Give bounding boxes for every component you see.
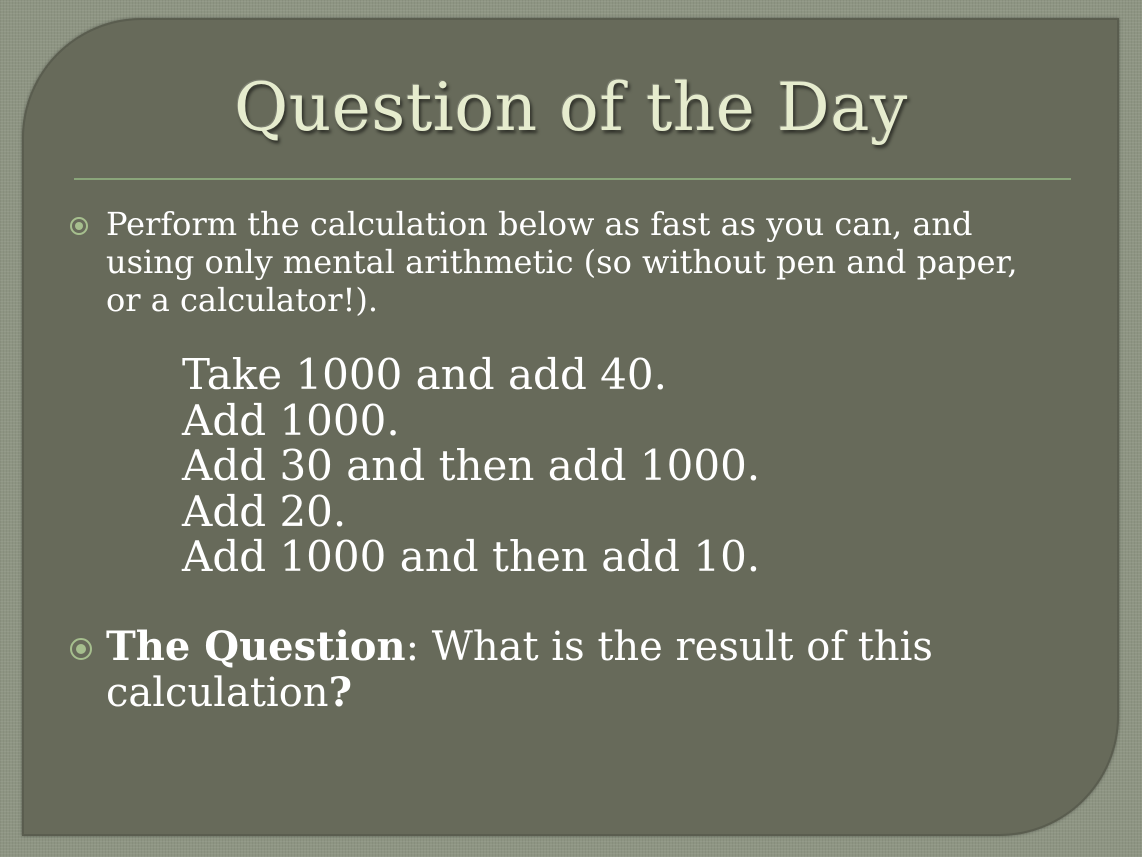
question-mark: ? <box>328 669 352 716</box>
calculation-step: Take 1000 and add 40. <box>182 350 667 399</box>
question-label: The Question <box>106 623 406 670</box>
calculation-step: Add 1000. <box>182 395 400 445</box>
calculation-step: Add 20. <box>182 486 347 536</box>
question-text: The Question: What is the result of this… <box>106 623 1020 717</box>
question-separator: : <box>405 624 420 670</box>
calculation-step: Add 1000 and then add 10. <box>182 532 761 581</box>
question-bullet: The Question: What is the result of this… <box>70 624 1020 716</box>
calculation-steps: Take 1000 and add 40. Add 1000. Add 30 a… <box>182 352 760 580</box>
slide-title: Question of the Day <box>234 69 908 146</box>
intro-bullet: Perform the calculation below as fast as… <box>70 205 1030 319</box>
title-divider <box>74 178 1071 180</box>
circle-bullet-icon <box>70 217 88 235</box>
circle-bullet-icon <box>70 638 92 660</box>
intro-bullet-text: Perform the calculation below as fast as… <box>106 205 1018 319</box>
calculation-step: Add 30 and then add 1000. <box>182 441 761 490</box>
